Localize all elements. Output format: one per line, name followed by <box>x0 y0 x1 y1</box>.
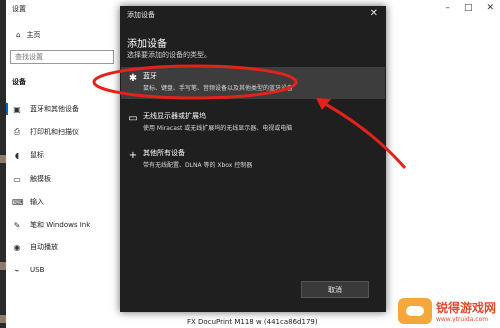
sidebar-item-usb[interactable]: ⌁ USB <box>12 263 45 277</box>
watermark-url: www.ytruida.com <box>435 316 489 323</box>
option-bluetooth[interactable]: ✱ 蓝牙 鼠标、键盘、手写笔、音频设备以及其他类型的蓝牙设备 <box>121 67 385 99</box>
touchpad-icon: ▭ <box>13 174 21 184</box>
sidebar-item-label: 鼠标 <box>30 151 44 159</box>
bluetooth-icon: ✱ <box>128 73 138 84</box>
option-description: 使用 Miracast 或无线扩展坞的无线显示器、电视或电脑 <box>143 125 293 132</box>
sidebar-item-label: 蓝牙和其他设备 <box>30 105 79 113</box>
plus-icon: + <box>128 150 138 161</box>
cancel-button[interactable]: 取消 <box>301 281 369 298</box>
autoplay-icon: ◉ <box>13 242 21 252</box>
option-name: 蓝牙 <box>143 72 157 80</box>
close-icon[interactable]: ✕ <box>486 3 494 13</box>
search-input[interactable] <box>10 50 114 64</box>
home-link[interactable]: ⌂ 主页 <box>16 30 40 40</box>
add-device-dialog: 添加设备 ✕ 添加设备 选择要添加的设备的类型。 ✱ 蓝牙 鼠标、键盘、手写笔、… <box>120 6 386 312</box>
option-wireless-display[interactable]: ▭ 无线显示器或扩展坞 使用 Miracast 或无线扩展坞的无线显示器、电视或… <box>121 107 385 139</box>
printer-device-item[interactable]: FX DocuPrint M118 w (441ca86d179) <box>187 318 318 326</box>
sidebar-item-pen[interactable]: ✎ 笔和 Windows Ink <box>12 218 91 232</box>
home-label: 主页 <box>26 31 41 39</box>
dialog-subheading: 选择要添加的设备的类型。 <box>127 51 211 59</box>
bluetooth-devices-icon: ▣ <box>13 104 21 114</box>
home-icon: ⌂ <box>16 31 21 39</box>
close-icon[interactable]: ✕ <box>370 8 378 19</box>
sidebar-item-label: 输入 <box>30 198 44 206</box>
watermark-name: 锐得游戏网 <box>435 301 496 315</box>
sidebar-item-autoplay[interactable]: ◉ 自动播放 <box>12 240 59 254</box>
option-description: 带有无线配置、DLNA 等的 Xbox 控制器 <box>143 162 253 169</box>
gamepad-logo-icon <box>397 298 432 324</box>
window-controls: – □ ✕ <box>445 3 494 13</box>
usb-icon: ⌁ <box>14 265 20 275</box>
sidebar-item-label: USB <box>30 266 45 274</box>
sidebar-item-bluetooth[interactable]: ▣ 蓝牙和其他设备 <box>6 102 79 116</box>
sidebar-item-mouse[interactable]: ◖ 鼠标 <box>12 148 44 162</box>
sidebar-item-touchpad[interactable]: ▭ 触摸板 <box>12 172 51 186</box>
sidebar-item-typing[interactable]: ⌨ 输入 <box>12 195 44 209</box>
option-description: 鼠标、键盘、手写笔、音频设备以及其他类型的蓝牙设备 <box>143 85 294 92</box>
monitor-icon: ▭ <box>128 113 138 124</box>
category-title: 设备 <box>12 78 26 86</box>
sidebar-item-label: 笔和 Windows Ink <box>30 221 91 229</box>
sidebar-item-printers[interactable]: ⎙ 打印机和扫描仪 <box>12 125 79 139</box>
sidebar-item-label: 自动播放 <box>30 243 58 251</box>
printer-icon: ⎙ <box>13 127 21 136</box>
mouse-icon: ◖ <box>14 150 20 160</box>
settings-title: 设置 <box>12 5 26 13</box>
pen-icon: ✎ <box>13 220 21 230</box>
keyboard-icon: ⌨ <box>12 197 24 207</box>
minimize-icon[interactable]: – <box>445 3 450 13</box>
watermark: 锐得游戏网 www.ytruida.com <box>397 298 496 324</box>
dialog-heading: 添加设备 <box>127 39 167 50</box>
option-other-devices[interactable]: + 其他所有设备 带有无线配置、DLNA 等的 Xbox 控制器 <box>121 144 385 176</box>
dialog-title: 添加设备 <box>127 11 155 19</box>
sidebar-item-label: 打印机和扫描仪 <box>30 128 79 136</box>
sidebar-item-label: 触摸板 <box>30 175 51 183</box>
option-name: 无线显示器或扩展坞 <box>143 112 206 120</box>
maximize-icon[interactable]: □ <box>464 3 473 13</box>
option-name: 其他所有设备 <box>143 149 185 157</box>
